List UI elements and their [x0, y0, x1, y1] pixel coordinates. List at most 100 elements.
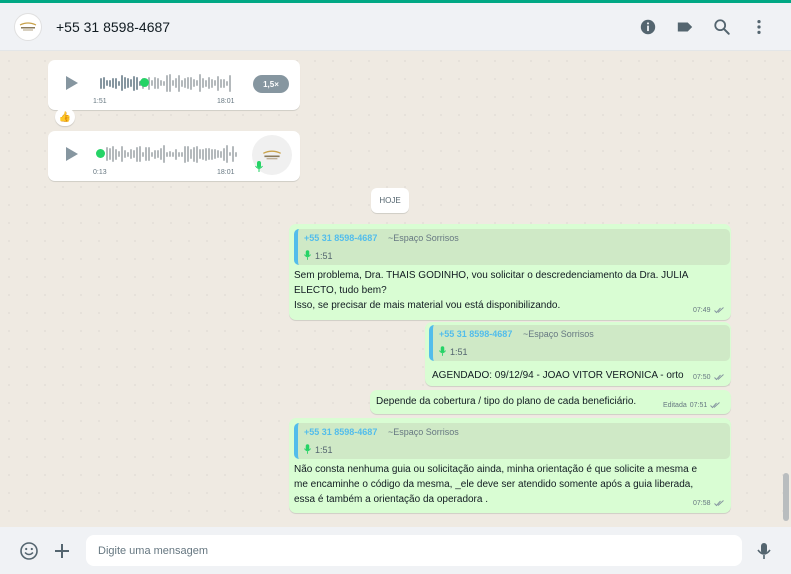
- waveform-bar: [187, 146, 189, 162]
- waveform-bar: [178, 151, 180, 157]
- playback-position-dot[interactable]: [96, 149, 105, 158]
- outgoing-message: Depende da cobertura / tipo do plano de …: [370, 390, 731, 414]
- menu-icon[interactable]: [740, 8, 777, 45]
- waveform-bar: [127, 78, 129, 88]
- chat-scrollbar[interactable]: [783, 473, 789, 521]
- message-time: 07:51: [689, 402, 708, 409]
- message-time: 07:50: [693, 374, 711, 381]
- waveform-bar: [169, 74, 171, 92]
- waveform-bar: [121, 75, 123, 91]
- waveform-bar: [217, 150, 219, 158]
- waveform-bar: [202, 78, 204, 88]
- waveform-bar: [205, 79, 207, 87]
- waveform-bar: [175, 148, 177, 160]
- audio-message: 0:13 18:01: [48, 131, 300, 181]
- waveform-bar: [139, 146, 141, 162]
- waveform-bar: [136, 76, 138, 90]
- waveform-bar: [148, 147, 150, 161]
- waveform-bar: [163, 145, 165, 163]
- waveform-bar: [193, 146, 195, 162]
- info-icon[interactable]: [629, 8, 666, 45]
- message-input[interactable]: [86, 535, 742, 566]
- edited-label: Editada: [663, 402, 687, 409]
- message-meta: 07:49: [693, 307, 725, 314]
- attach-plus-icon[interactable]: [50, 539, 74, 563]
- waveform-bar: [157, 150, 159, 158]
- message-meta: 07:50: [693, 374, 725, 381]
- audio-waveform[interactable]: [106, 144, 237, 164]
- label-icon[interactable]: [666, 8, 703, 45]
- waveform-bar: [145, 147, 147, 161]
- date-divider: HOJE: [371, 188, 409, 213]
- quote-duration: 1:51: [450, 347, 468, 357]
- waveform-bar: [112, 146, 114, 162]
- waveform-bar: [160, 80, 162, 86]
- audio-waveform[interactable]: [100, 73, 231, 93]
- microphone-icon[interactable]: [752, 539, 776, 563]
- quoted-message[interactable]: +55 31 8598-4687 ~Espaço Sorrisos 1:51: [294, 229, 730, 265]
- chat-area[interactable]: 1:51 18:01 1,5× 👍 0:13 18:01 HOJE +55 31…: [0, 52, 791, 527]
- waveform-bar: [214, 149, 216, 159]
- waveform-bar: [151, 80, 153, 86]
- waveform-bar: [172, 151, 174, 157]
- waveform-bar: [154, 149, 156, 159]
- quoted-message[interactable]: +55 31 8598-4687 ~Espaço Sorrisos 1:51: [429, 325, 730, 361]
- read-ticks-icon: [713, 307, 724, 314]
- waveform-bar: [106, 80, 108, 86]
- waveform-bar: [199, 74, 201, 92]
- play-icon[interactable]: [62, 145, 80, 163]
- waveform-bar: [214, 80, 216, 86]
- waveform-bar: [109, 79, 111, 87]
- waveform-bar: [190, 149, 192, 159]
- play-icon[interactable]: [62, 74, 80, 92]
- audio-message: 1:51 18:01 1,5×: [48, 60, 300, 110]
- waveform-bar: [124, 150, 126, 158]
- waveform-bar: [112, 78, 114, 88]
- outgoing-message: +55 31 8598-4687 ~Espaço Sorrisos 1:51 N…: [289, 418, 731, 513]
- waveform-bar: [142, 151, 144, 157]
- chat-header: +55 31 8598-4687: [0, 3, 791, 51]
- quote-duration: 1:51: [315, 251, 333, 261]
- waveform-bar: [223, 147, 225, 161]
- read-ticks-icon: [713, 500, 724, 507]
- waveform-bar: [115, 77, 117, 89]
- waveform-bar: [196, 80, 198, 86]
- mic-icon: [304, 444, 311, 454]
- audio-time: 18:01: [217, 169, 235, 176]
- waveform-bar: [199, 149, 201, 159]
- quote-sender: +55 31 8598-4687: [304, 427, 378, 437]
- read-ticks-icon: [710, 402, 721, 409]
- contact-name[interactable]: +55 31 8598-4687: [56, 19, 170, 35]
- read-ticks-icon: [713, 374, 724, 381]
- reaction-badge[interactable]: 👍: [55, 108, 75, 126]
- logo-icon: [19, 21, 37, 30]
- waveform-bar: [217, 75, 219, 91]
- playback-position-dot[interactable]: [140, 78, 149, 87]
- outgoing-message: +55 31 8598-4687 ~Espaço Sorrisos 1:51 A…: [425, 322, 731, 386]
- waveform-bar: [100, 77, 102, 89]
- contact-avatar[interactable]: [14, 12, 42, 41]
- waveform-bar: [178, 74, 180, 92]
- waveform-bar: [181, 151, 183, 157]
- logo-icon: [263, 150, 281, 159]
- quoted-message[interactable]: +55 31 8598-4687 ~Espaço Sorrisos 1:51: [294, 423, 730, 459]
- search-icon[interactable]: [703, 8, 740, 45]
- waveform-bar: [166, 151, 168, 157]
- waveform-bar: [136, 146, 138, 162]
- waveform-bar: [154, 77, 156, 89]
- waveform-bar: [232, 146, 234, 162]
- waveform-bar: [109, 148, 111, 160]
- playback-speed-button[interactable]: 1,5×: [253, 75, 289, 93]
- waveform-bar: [133, 150, 135, 158]
- message-text: Sem problema, Dra. THAIS GODINHO, vou so…: [294, 270, 689, 311]
- waveform-bar: [196, 145, 198, 163]
- waveform-bar: [190, 76, 192, 90]
- waveform-bar: [115, 148, 117, 160]
- waveform-bar: [127, 151, 129, 157]
- quote-sender: +55 31 8598-4687: [439, 329, 513, 339]
- composer-bar: [0, 527, 791, 574]
- emoji-icon[interactable]: [17, 539, 41, 563]
- waveform-bar: [124, 77, 126, 89]
- waveform-bar: [175, 78, 177, 88]
- audio-duration: 1:51: [93, 98, 107, 105]
